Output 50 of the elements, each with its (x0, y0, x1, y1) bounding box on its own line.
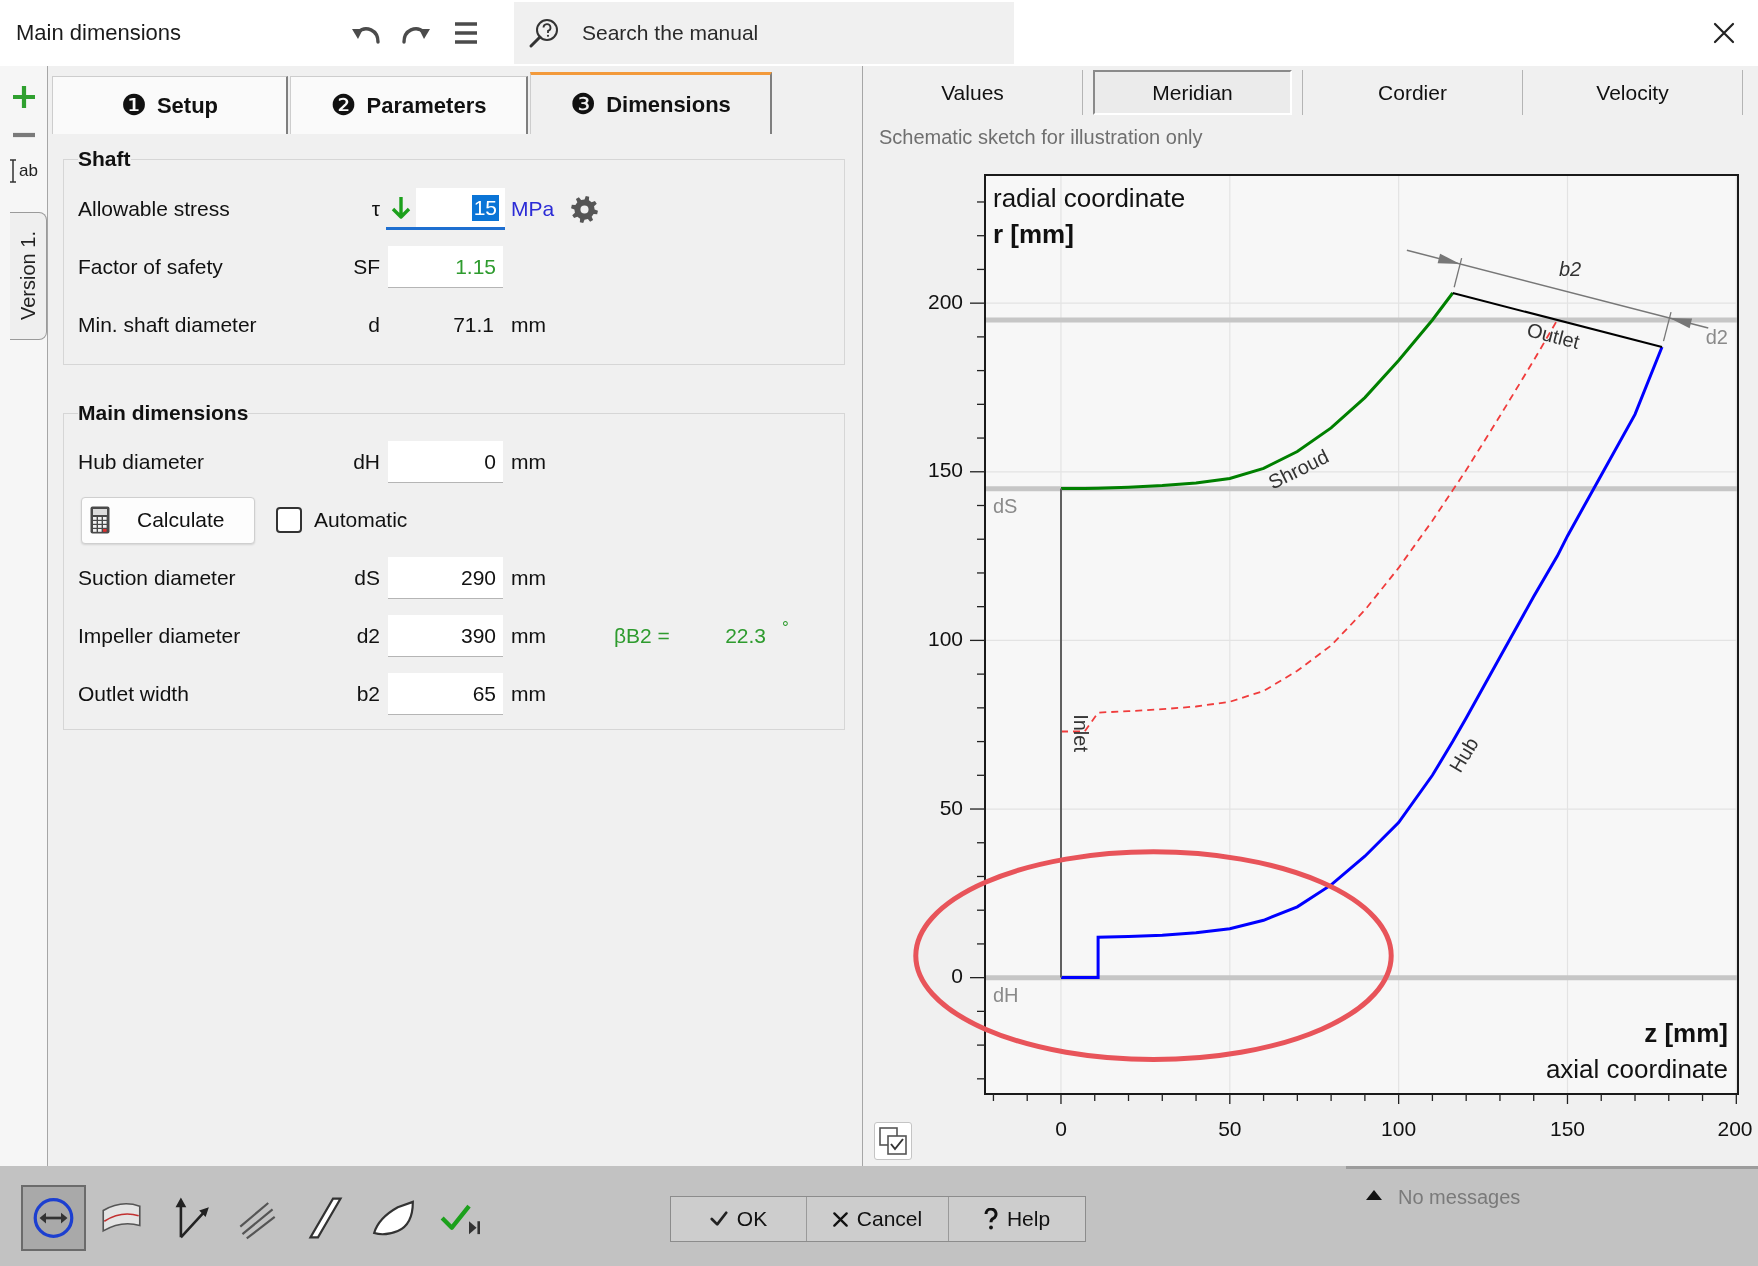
axis-caption: axial coordinate (1545, 1053, 1728, 1084)
axis-caption: radial coordinate (993, 182, 1186, 213)
unit-label: mm (511, 566, 546, 590)
angle-value: 22.3 (724, 624, 766, 648)
reference-label: dH (993, 983, 1019, 1006)
field-label: Min. shaft diameter (78, 313, 258, 337)
symbol-label: b2 (356, 682, 380, 706)
axis-title: z [mm] (1644, 1017, 1728, 1048)
tick-label: 100 (1381, 1116, 1417, 1140)
symbol-label: dS (354, 566, 380, 590)
field-label: Impeller diameter (78, 624, 242, 648)
field-label: Factor of safety (78, 255, 224, 279)
field-label: Suction diameter (78, 566, 237, 590)
reference-label: dS (993, 494, 1018, 517)
unit-label: mm (511, 624, 546, 648)
symbol-label: d2 (356, 624, 380, 648)
value-text: 71.1 (453, 313, 495, 337)
degree-unit: ° (782, 618, 789, 638)
tick-label: 200 (927, 289, 963, 313)
unit-label: mm (511, 313, 546, 337)
dimension-label: b2 (1558, 257, 1582, 280)
tick-label: 0 (951, 964, 963, 988)
unit-label: mm (511, 682, 546, 706)
unit-label: mm (511, 450, 546, 474)
selected-text: 15 (471, 194, 499, 221)
tick-label: 100 (927, 626, 963, 650)
reference-label: d2 (1705, 326, 1728, 349)
symbol-label: τ (371, 197, 380, 221)
tick-label: 0 (1055, 1116, 1067, 1140)
tick-label: 200 (1717, 1116, 1753, 1140)
status-message: No messages (1398, 1185, 1521, 1210)
group-title: Main dimensions (78, 401, 249, 425)
symbol-label: dH (353, 450, 380, 474)
field-label: Outlet width (78, 682, 190, 706)
edge-label: Outlet (1524, 318, 1582, 354)
sketch-note: Schematic sketch for illustration only (878, 125, 1204, 150)
edge-label: Inlet (1069, 714, 1092, 752)
window-title: Main dimensions (15, 20, 183, 46)
tick-label: 50 (1218, 1116, 1242, 1140)
field-label: Hub diameter (78, 450, 206, 474)
tick-label: 150 (927, 458, 963, 482)
curve-label: Hub (1444, 733, 1483, 777)
tick-label: 150 (1549, 1116, 1585, 1140)
symbol-label: d (368, 313, 380, 337)
tick-label: 50 (939, 795, 963, 819)
symbol-label: SF (353, 255, 380, 279)
field-label: Allowable stress (78, 197, 231, 221)
group-title: Shaft (78, 147, 131, 171)
angle-label: βB2 = (614, 624, 671, 648)
axis-title: r [mm] (993, 218, 1074, 249)
